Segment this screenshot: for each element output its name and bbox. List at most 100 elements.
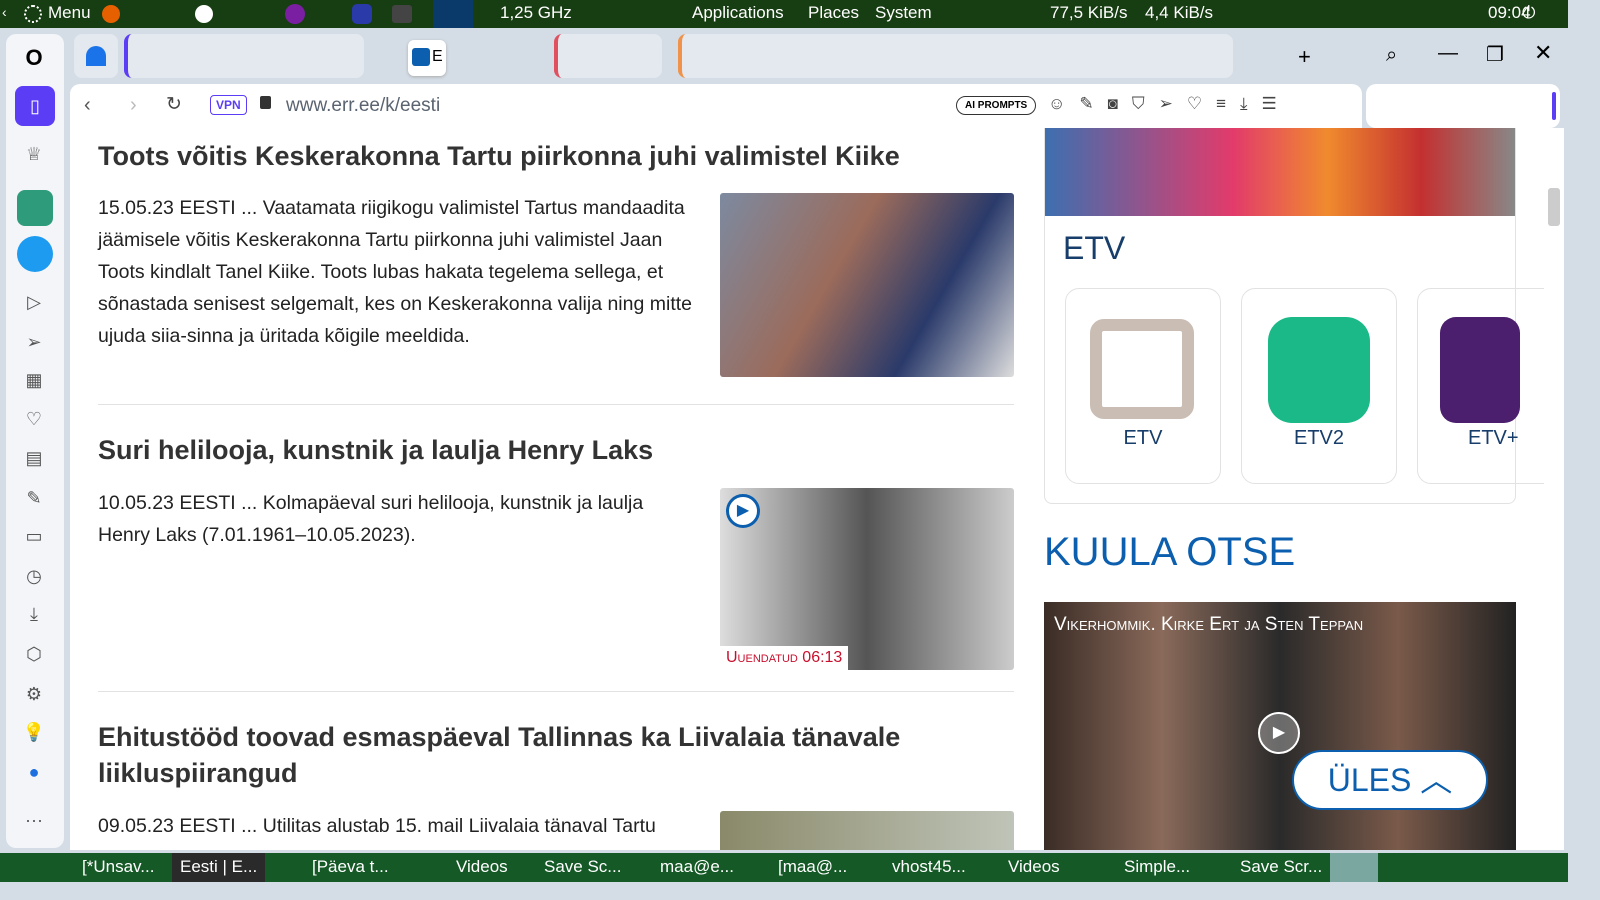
article-title[interactable]: Suri helilooja, kunstnik ja laulja Henry… [98,432,978,468]
opera-logo-icon[interactable]: O [22,46,46,70]
forward-button[interactable]: › [130,94,137,117]
web-page: Toots võitis Keskerakonna Tartu piirkonn… [70,128,1544,850]
address-bar: ‹ › ↻ VPN www.err.ee/k/eesti AI PROMPTS … [70,84,1362,128]
power-icon[interactable]: ⏻ [1522,3,1535,23]
channel-etv2[interactable]: ETV2 [1241,288,1397,484]
task-item[interactable]: Videos [1008,857,1060,877]
ubuntu-logo-icon [24,5,42,23]
play-icon[interactable]: ▶ [1258,712,1300,754]
divider [98,404,1014,405]
close-button[interactable]: ✕ [1534,40,1552,66]
article-summary: 10.05.23 EESTI ... Kolmapäeval suri heli… [98,492,644,546]
task-item[interactable]: Save Sc... [544,857,621,877]
live-radio-player[interactable]: Vikerhommik. Kirke Ert ja Sten Teppan ▶ [1044,602,1516,850]
tab-err-active[interactable]: E [408,40,446,76]
edit-icon[interactable]: ✎ [22,486,46,510]
ai-prompts-button[interactable]: AI PROMPTS [956,96,1037,115]
tabs-icon[interactable]: ▭ [22,524,46,548]
twitter-icon[interactable] [17,236,53,272]
tab-island-1[interactable] [124,34,364,78]
opera-icon[interactable] [352,4,372,24]
etv-heading: ETV [1063,230,1126,266]
article-image[interactable] [720,193,1014,377]
history-icon[interactable]: ◷ [22,564,46,588]
back-to-top-button[interactable]: ÜLES ︿ [1292,750,1488,810]
updated-badge: Uuendatud 06:13 [720,646,849,670]
task-item[interactable]: Videos [456,857,508,877]
news-icon[interactable]: ▤ [22,446,46,470]
cpu-frequency: 1,25 GHz [500,3,572,22]
article-image[interactable] [720,811,1014,850]
task-item[interactable]: maa@e... [660,857,734,877]
lock-icon[interactable] [260,96,271,109]
tab-island-pinned[interactable] [74,34,118,78]
send-icon[interactable]: ➢ [22,330,46,354]
scrollbar[interactable] [1544,128,1564,850]
menu-button[interactable]: Menu [48,3,91,23]
article-summary: 09.05.23 EESTI ... Utilitas alustab 15. … [98,815,656,837]
etv2-logo-icon [1268,317,1370,423]
minimize-button[interactable]: — [1438,42,1458,65]
err-favicon-icon [412,48,430,66]
chat-icon[interactable]: ● [22,760,46,784]
settings-icon[interactable]: ⚙ [22,682,46,706]
task-item[interactable]: [maa@... [778,857,847,877]
task-item[interactable]: Eesti | E... [172,853,266,882]
tab-island-2[interactable] [554,34,662,78]
etvplus-logo-icon [1440,317,1520,423]
new-tab-button[interactable]: + [1298,44,1311,70]
back-button[interactable]: ‹ [84,94,91,117]
kuula-otse-heading: KUULA OTSE [1044,530,1296,574]
chatgpt-icon[interactable] [17,190,53,226]
cpu-graph [433,0,473,28]
play-icon[interactable]: ▶ [726,494,760,528]
divider [98,691,1014,692]
tor-icon[interactable] [285,4,305,24]
scrollbar-thumb[interactable] [1548,188,1560,226]
more-icon[interactable]: ··· [22,808,46,832]
article-image[interactable]: ▶ Uuendatud 06:13 [720,488,1014,670]
firefox-icon[interactable] [102,5,120,23]
system-menu[interactable]: System [875,3,932,23]
tab-bar: E + ⌕ — ❐ ✕ [70,34,1568,80]
task-item-active[interactable] [1330,853,1378,882]
etv-panel: ETV ETV ETV2 ETV+ [1044,128,1544,504]
places-menu[interactable]: Places [808,3,859,23]
task-item[interactable]: [*Unsav... [82,857,154,877]
system-top-panel: ‹ Menu 1,25 GHz Applications Places Syst… [0,0,1568,28]
reload-button[interactable]: ↻ [166,93,182,116]
speed-dial-icon[interactable]: ▦ [22,368,46,392]
task-item[interactable]: vhost45... [892,857,966,877]
article-title[interactable]: Ehitustööd toovad esmaspäeval Tallinnas … [98,719,978,791]
etv-logo-icon [1090,319,1194,419]
task-item[interactable]: Simple... [1124,857,1190,877]
channel-etvplus[interactable]: ETV+ [1417,288,1544,484]
applications-menu[interactable]: Applications [692,3,784,23]
task-item[interactable]: Save Scr... [1240,857,1322,877]
taskbar: [*Unsav... Eesti | E... [Päeva t... Vide… [0,853,1568,882]
url-field[interactable]: www.err.ee/k/eesti [286,95,440,117]
reader-icon[interactable]: ▯ [15,86,55,126]
extensions-bar[interactable] [1366,84,1560,128]
task-item[interactable]: [Päeva t... [312,857,389,877]
opera-sidebar: O ▯ ♕ ▷ ➢ ▦ ♡ ▤ ✎ ▭ ◷ ⤓ ⬡ ⚙ 💡 ● ··· [6,34,64,848]
channel-etv[interactable]: ETV [1065,288,1221,484]
article-title[interactable]: Toots võitis Keskerakonna Tartu piirkonn… [98,138,978,174]
vpn-badge[interactable]: VPN [210,95,247,115]
filter-icon [86,46,106,66]
heart-icon[interactable]: ♡ [22,407,46,431]
aria-icon[interactable]: ♕ [22,142,46,166]
accessibility-icon[interactable] [195,5,213,23]
article-summary: 15.05.23 EESTI ... Vaatamata riigikogu v… [98,197,692,347]
address-bar-actions[interactable]: ☺✎◙⛉➢♡≡⤓☰ [1048,94,1291,114]
player-icon[interactable]: ▷ [22,290,46,314]
bulb-icon[interactable]: 💡 [22,720,46,744]
download-icon[interactable]: ⤓ [22,602,46,626]
maximize-button[interactable]: ❐ [1486,42,1504,67]
box-icon[interactable]: ⬡ [22,642,46,666]
search-tabs-icon[interactable]: ⌕ [1386,44,1397,67]
hosts-photo [1045,128,1515,216]
panel-collapse-icon[interactable]: ‹ [2,4,7,20]
terminal-icon[interactable] [392,5,412,23]
tab-island-3[interactable] [678,34,1233,78]
